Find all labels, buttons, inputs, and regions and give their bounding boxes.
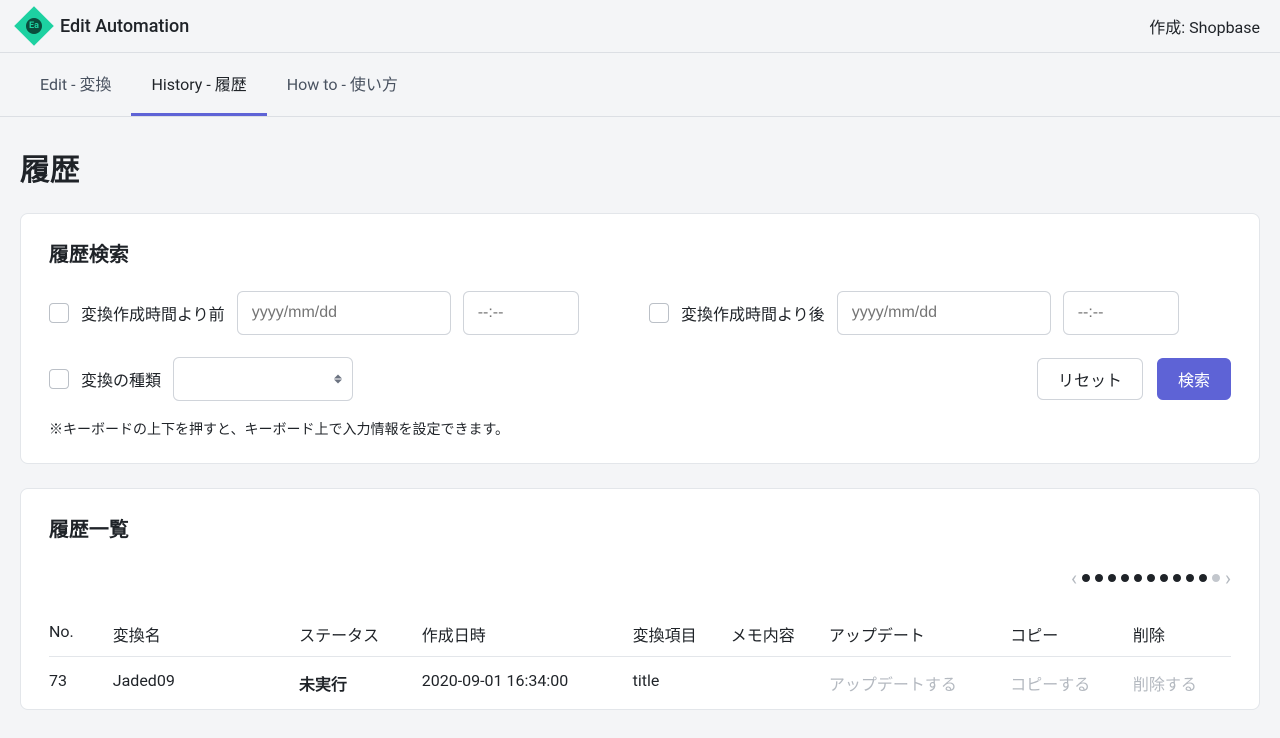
cell-name: Jaded09 — [113, 671, 299, 695]
nav-tabs: Edit - 変換 History - 履歴 How to - 使い方 — [0, 53, 1280, 117]
table-header: No. 変換名 ステータス 作成日時 変換項目 メモ内容 アップデート コピー … — [49, 612, 1231, 657]
page-dot[interactable] — [1186, 574, 1194, 582]
before-time-input[interactable] — [463, 291, 579, 335]
col-header-status: ステータス — [299, 622, 422, 646]
after-time-input[interactable] — [1063, 291, 1179, 335]
after-label: 変換作成時間より後 — [681, 301, 825, 325]
page-dot[interactable] — [1160, 574, 1168, 582]
page-dot[interactable] — [1095, 574, 1103, 582]
search-row-type: 変換の種類 リセット 検索 — [49, 357, 1231, 401]
header-left: Ea Edit Automation — [20, 12, 189, 40]
search-after-group: 変換作成時間より後 — [649, 291, 1231, 335]
cell-status: 未実行 — [299, 671, 422, 695]
tab-history[interactable]: History - 履歴 — [131, 53, 266, 116]
select-arrows-icon — [334, 375, 342, 384]
search-card: 履歴検索 変換作成時間より前 変換作成時間より後 変換の種類 — [20, 213, 1260, 464]
cell-memo — [731, 671, 829, 695]
pagination: ‹ › — [49, 566, 1231, 590]
page-dot[interactable] — [1212, 574, 1220, 582]
search-row-dates: 変換作成時間より前 変換作成時間より後 — [49, 291, 1231, 335]
after-date-input[interactable] — [837, 291, 1051, 335]
before-date-input[interactable] — [237, 291, 451, 335]
list-card: 履歴一覧 ‹ › No. 変換名 ステータス 作成日時 変換項目 メモ内容 アッ… — [20, 488, 1260, 710]
before-label: 変換作成時間より前 — [81, 301, 225, 325]
col-header-memo: メモ内容 — [731, 622, 829, 646]
delete-button[interactable]: 削除する — [1133, 671, 1231, 695]
col-header-copy: コピー — [1010, 622, 1133, 646]
page-dot[interactable] — [1147, 574, 1155, 582]
type-label: 変換の種類 — [81, 367, 161, 391]
col-header-item: 変換項目 — [633, 622, 731, 646]
cell-no: 73 — [49, 671, 113, 695]
chevron-left-icon[interactable]: ‹ — [1071, 566, 1077, 590]
search-before-group: 変換作成時間より前 — [49, 291, 631, 335]
search-button[interactable]: 検索 — [1157, 358, 1231, 400]
col-header-no: No. — [49, 622, 113, 646]
page-dot[interactable] — [1134, 574, 1142, 582]
chevron-right-icon[interactable]: › — [1225, 566, 1231, 590]
after-checkbox[interactable] — [649, 303, 669, 323]
col-header-delete: 削除 — [1133, 622, 1231, 646]
search-hint: ※キーボードの上下を押すと、キーボード上で入力情報を設定できます。 — [49, 419, 1231, 439]
search-title: 履歴検索 — [49, 238, 1231, 267]
update-button[interactable]: アップデートする — [829, 671, 1010, 695]
search-type-group: 変換の種類 — [49, 357, 353, 401]
col-header-name: 変換名 — [113, 622, 299, 646]
creator-label: 作成: Shopbase — [1149, 14, 1260, 38]
tab-edit[interactable]: Edit - 変換 — [20, 53, 131, 116]
app-title: Edit Automation — [60, 16, 189, 37]
table-row: 73 Jaded09 未実行 2020-09-01 16:34:00 title… — [49, 657, 1231, 709]
reset-button[interactable]: リセット — [1037, 358, 1143, 400]
header: Ea Edit Automation 作成: Shopbase — [0, 0, 1280, 53]
col-header-date: 作成日時 — [422, 622, 633, 646]
type-select[interactable] — [173, 357, 353, 401]
cell-date: 2020-09-01 16:34:00 — [422, 671, 633, 695]
tab-howto[interactable]: How to - 使い方 — [267, 53, 418, 116]
cell-item: title — [633, 671, 731, 695]
list-title: 履歴一覧 — [49, 513, 1231, 542]
app-logo-icon: Ea — [14, 6, 54, 46]
page-dot[interactable] — [1121, 574, 1129, 582]
col-header-update: アップデート — [829, 622, 1010, 646]
page-title: 履歴 — [20, 145, 1260, 189]
copy-button[interactable]: コピーする — [1010, 671, 1133, 695]
page-dot[interactable] — [1108, 574, 1116, 582]
before-checkbox[interactable] — [49, 303, 69, 323]
page-dot[interactable] — [1173, 574, 1181, 582]
page-dot[interactable] — [1082, 574, 1090, 582]
page-dot[interactable] — [1199, 574, 1207, 582]
content: 履歴 履歴検索 変換作成時間より前 変換作成時間より後 変換の種類 — [0, 117, 1280, 738]
search-buttons: リセット 検索 — [1037, 358, 1231, 400]
type-checkbox[interactable] — [49, 369, 69, 389]
